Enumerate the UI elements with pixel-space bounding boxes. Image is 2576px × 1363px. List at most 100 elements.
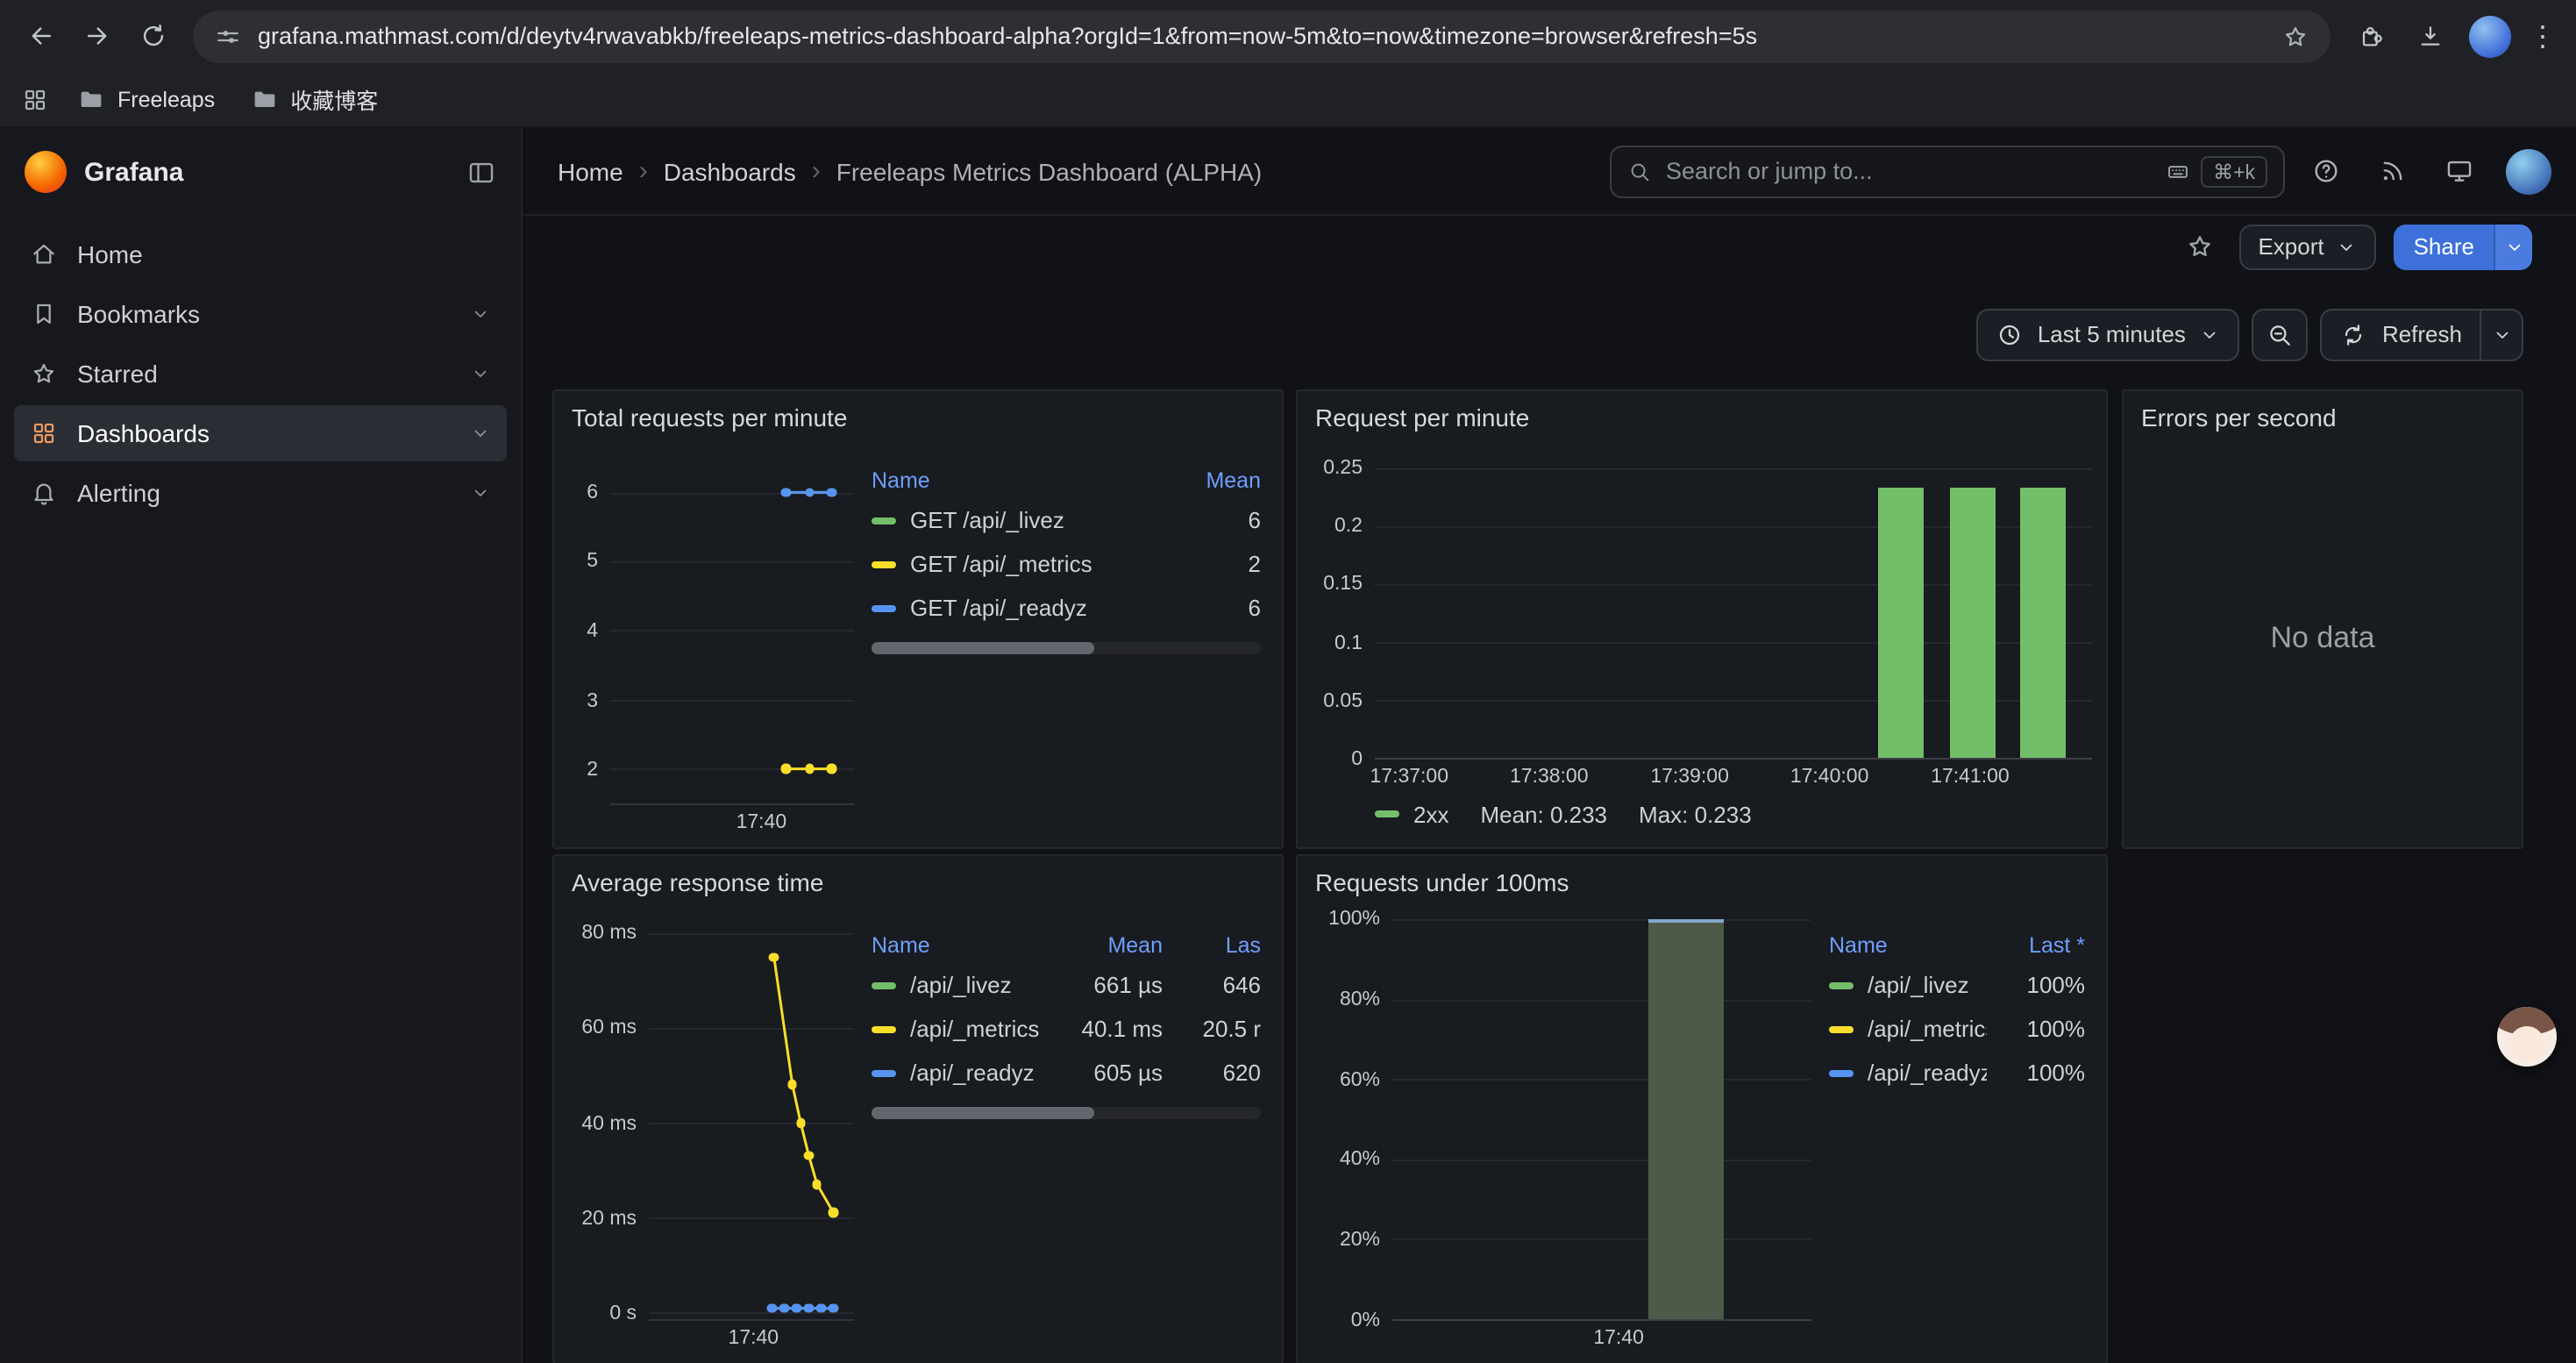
legend-column-name[interactable]: Name <box>1829 933 1987 958</box>
chevron-down-icon[interactable] <box>470 482 491 503</box>
series-name[interactable]: 2xx <box>1413 801 1448 827</box>
panel-title[interactable]: Average response time <box>554 856 1282 902</box>
news-rss-icon[interactable] <box>2366 145 2418 197</box>
bookmark-folder-blogs[interactable]: 收藏博客 <box>236 77 392 121</box>
y-axis-tick: 20% <box>1340 1230 1380 1251</box>
bookmark-folder-freeleaps[interactable]: Freeleaps <box>63 80 229 118</box>
legend-row[interactable]: GET /api/_livez6 <box>872 498 1261 542</box>
series-name: /api/_readyz <box>910 1060 1035 1086</box>
legend-row[interactable]: /api/_livez661 µs646 <box>872 963 1261 1007</box>
legend-scrollbar[interactable] <box>872 642 1261 654</box>
user-avatar[interactable] <box>2506 148 2551 194</box>
legend-scrollbar-thumb[interactable] <box>872 1107 1093 1119</box>
grafana-logo[interactable] <box>25 151 67 193</box>
dock-menu-icon[interactable] <box>466 157 496 187</box>
chart-plot-area[interactable] <box>1392 919 1811 1321</box>
chart-plot-area[interactable] <box>649 919 854 1321</box>
chart-plot-area[interactable] <box>610 454 854 805</box>
bookmark-star-icon[interactable] <box>2281 22 2309 50</box>
panel-total-requests-per-minute: Total requests per minute 65432 17:40 Na… <box>552 389 1284 849</box>
chart-plot-area[interactable] <box>1375 454 2092 760</box>
legend-value: 40.1 ms <box>1064 1016 1163 1042</box>
legend-value: 605 µs <box>1064 1060 1163 1086</box>
panel-title[interactable]: Requests under 100ms <box>1298 856 2106 902</box>
legend-column-name[interactable]: Name <box>872 933 1064 958</box>
data-point <box>827 764 836 774</box>
panel-title[interactable]: Errors per second <box>2124 391 2522 437</box>
legend-column-mean[interactable]: Mean <box>1163 468 1261 493</box>
legend-column-name[interactable]: Name <box>872 468 1163 493</box>
legend-table: NameMean GET /api/_livez6GET /api/_metric… <box>854 440 1268 837</box>
search-input[interactable]: Search or jump to... ⌘+k <box>1610 145 2285 197</box>
legend-column-las[interactable]: Las <box>1163 933 1261 958</box>
refresh-interval-chevron-icon[interactable] <box>2480 310 2522 359</box>
apps-grid-icon[interactable] <box>21 85 49 113</box>
legend-row[interactable]: /api/_metrics40.1 ms20.5 r <box>872 1007 1261 1051</box>
panel-title[interactable]: Total requests per minute <box>554 391 1282 437</box>
sidebar-item-alerting[interactable]: Alerting <box>14 465 507 521</box>
url-bar[interactable]: grafana.mathmast.com/d/deytv4rwavabkb/fr… <box>193 10 2330 62</box>
breadcrumb-dashboards[interactable]: Dashboards <box>664 157 796 185</box>
series-color-dash <box>872 981 896 988</box>
extensions-icon[interactable] <box>2345 10 2397 62</box>
help-icon[interactable] <box>2299 145 2352 197</box>
browser-menu-icon[interactable]: ⋮ <box>2523 18 2562 54</box>
back-button[interactable] <box>14 10 67 62</box>
url-text[interactable]: grafana.mathmast.com/d/deytv4rwavabkb/fr… <box>258 23 2266 49</box>
legend-series: GET /api/_readyz <box>872 595 1163 621</box>
dashboard-canvas: Total requests per minute 65432 17:40 Na… <box>523 363 2576 1363</box>
site-info-icon[interactable] <box>214 22 242 50</box>
export-button[interactable]: Export <box>2238 224 2376 269</box>
data-point <box>829 1303 838 1313</box>
legend-column-mean[interactable]: Mean <box>1064 933 1163 958</box>
legend-table: NameLast * /api/_livez100%/api/_metrics10… <box>1811 905 2092 1352</box>
chevron-down-icon[interactable] <box>470 363 491 384</box>
reload-button[interactable] <box>126 10 179 62</box>
time-series-chart: 65432 17:40 <box>568 440 854 837</box>
apps-icon <box>30 419 58 447</box>
legend-table: NameMeanLas/api/_livez661 µs646/api/_met… <box>854 905 1268 1352</box>
legend-row[interactable]: /api/_livez100% <box>1829 963 2085 1007</box>
sidebar-item-starred[interactable]: Starred <box>14 346 507 402</box>
panel-title[interactable]: Request per minute <box>1298 391 2106 437</box>
favorite-star-icon[interactable] <box>2177 225 2221 268</box>
legend-row[interactable]: /api/_readyz605 µs620 <box>872 1051 1261 1095</box>
legend-value: 100% <box>1987 1016 2085 1042</box>
monitor-icon[interactable] <box>2432 145 2485 197</box>
share-button[interactable]: Share <box>2395 224 2532 269</box>
share-menu-chevron-icon[interactable] <box>2494 224 2532 269</box>
bookmark-icon <box>30 300 58 328</box>
sidebar-item-bookmarks[interactable]: Bookmarks <box>14 286 507 342</box>
zoom-out-button[interactable] <box>2252 308 2309 360</box>
sidebar-item-label: Starred <box>77 360 158 388</box>
legend-row[interactable]: /api/_metrics100% <box>1829 1007 2085 1051</box>
y-axis-tick: 60% <box>1340 1069 1380 1090</box>
time-range-picker[interactable]: Last 5 minutes <box>1976 308 2240 360</box>
legend-row[interactable]: /api/_readyz100% <box>1829 1051 2085 1095</box>
legend-scrollbar[interactable] <box>872 1107 1261 1119</box>
chevron-down-icon[interactable] <box>470 423 491 444</box>
data-point <box>769 953 779 962</box>
forward-button[interactable] <box>70 10 123 62</box>
data-point <box>767 1303 777 1313</box>
screen: grafana.mathmast.com/d/deytv4rwavabkb/fr… <box>0 0 2576 1363</box>
legend-row[interactable]: GET /api/_metrics2 <box>872 542 1261 586</box>
x-axis-tick: 17:40 <box>1593 1328 1644 1349</box>
breadcrumb-home[interactable]: Home <box>558 157 623 185</box>
series-color-dash <box>872 604 896 611</box>
browser-profile-avatar[interactable] <box>2469 15 2511 57</box>
refresh-button[interactable]: Refresh <box>2321 308 2523 360</box>
downloads-icon[interactable] <box>2404 10 2457 62</box>
sidebar-item-dashboards[interactable]: Dashboards <box>14 405 507 461</box>
brand-title: Grafana <box>84 157 449 187</box>
y-axis-tick: 0.25 <box>1323 458 1363 479</box>
legend-scrollbar-thumb[interactable] <box>872 642 1093 654</box>
y-axis-tick: 0% <box>1351 1310 1380 1331</box>
sidebar-item-home[interactable]: Home <box>14 226 507 282</box>
series-name: /api/_metrics <box>910 1016 1039 1042</box>
chevron-down-icon[interactable] <box>470 303 491 325</box>
legend-row[interactable]: GET /api/_readyz6 <box>872 586 1261 630</box>
share-label[interactable]: Share <box>2395 224 2494 269</box>
assistant-avatar-widget[interactable] <box>2497 1007 2557 1067</box>
legend-column-last-[interactable]: Last * <box>1987 933 2085 958</box>
